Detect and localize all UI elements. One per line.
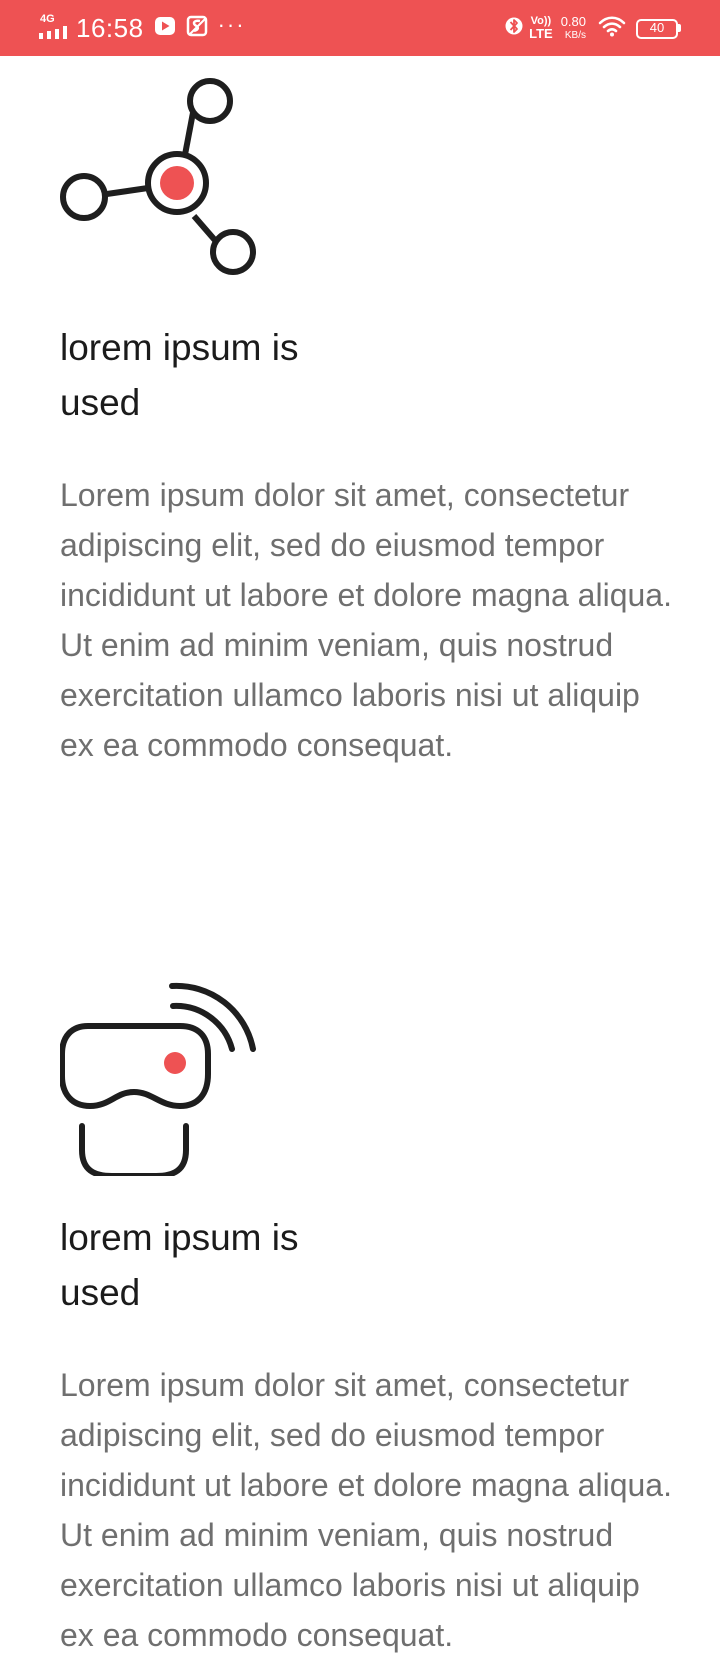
network-speed-value: 0.80 [560,13,586,29]
feature-description: Lorem ipsum dolor sit amet, consectetur … [60,1367,672,1653]
wifi-icon [598,15,626,42]
network-nodes-icon [60,78,256,275]
status-bar: 4G 16:58 ··· Vo)) LTE 0.80 KB/s 40 [0,0,720,56]
vr-headset-icon [60,982,256,1176]
feature-title: lorem ipsum is used [60,327,299,423]
status-bar-right: Vo)) LTE 0.80 KB/s 40 [505,0,681,56]
status-bar-left: 4G 16:58 ··· [38,0,246,56]
network-type-label: 4G [40,13,55,25]
status-time: 16:58 [76,13,144,43]
network-speed: 0.80 KB/s [561,14,586,43]
feature-description: Lorem ipsum dolor sit amet, consectetur … [60,477,672,763]
battery-icon: 40 [636,19,681,39]
more-notifications-icon: ··· [217,12,246,37]
bluetooth-icon [505,14,523,43]
lte-label: LTE [529,26,553,41]
feature-item: lorem ipsum is used Lorem ipsum dolor si… [60,76,680,763]
notification-app-icon [186,15,208,42]
signal-icon: 4G [38,13,72,43]
network-speed-unit: KB/s [564,29,586,41]
youtube-icon [154,16,176,41]
feature-item: lorem ipsum is used Lorem ipsum dolor si… [60,966,680,1653]
feature-title: lorem ipsum is used [60,1217,299,1313]
battery-level: 40 [649,20,665,35]
volte-indicator: Vo)) LTE [529,15,553,41]
